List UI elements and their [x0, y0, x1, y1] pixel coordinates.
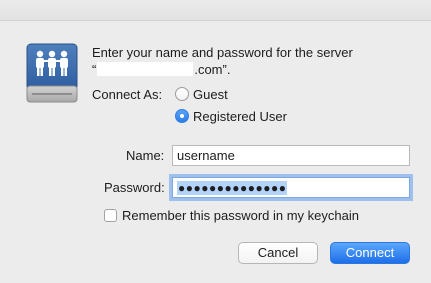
prompt-line-1: Enter your name and password for the ser… [92, 45, 353, 60]
password-field-value: ●●●●●●●●●●●●●● [177, 181, 288, 195]
window-titlebar[interactable] [0, 0, 431, 21]
prompt-quote-open: “ [92, 62, 97, 77]
name-field[interactable]: username [172, 145, 410, 166]
file-server-icon [26, 43, 78, 103]
connect-as-label: Connect As: [92, 87, 163, 102]
registered-user-radio[interactable] [175, 109, 189, 123]
registered-user-radio-label[interactable]: Registered User [193, 109, 287, 124]
remember-password-label[interactable]: Remember this password in my keychain [122, 208, 359, 223]
guest-radio[interactable] [175, 87, 189, 101]
name-label: Name: [126, 148, 165, 163]
remember-password-checkbox[interactable] [104, 209, 117, 222]
prompt-server-suffix: .com”. [194, 62, 231, 77]
password-field[interactable]: ●●●●●●●●●●●●●● [172, 177, 410, 198]
cancel-button[interactable]: Cancel [238, 242, 318, 264]
server-prompt: Enter your name and password for the ser… [92, 44, 353, 78]
prompt-line-2: “ .com”. [92, 61, 353, 78]
redacted-server-name [97, 62, 194, 76]
name-field-value: username [177, 148, 235, 163]
password-label: Password: [104, 180, 165, 195]
connect-button[interactable]: Connect [330, 242, 410, 264]
guest-radio-label[interactable]: Guest [193, 87, 228, 102]
